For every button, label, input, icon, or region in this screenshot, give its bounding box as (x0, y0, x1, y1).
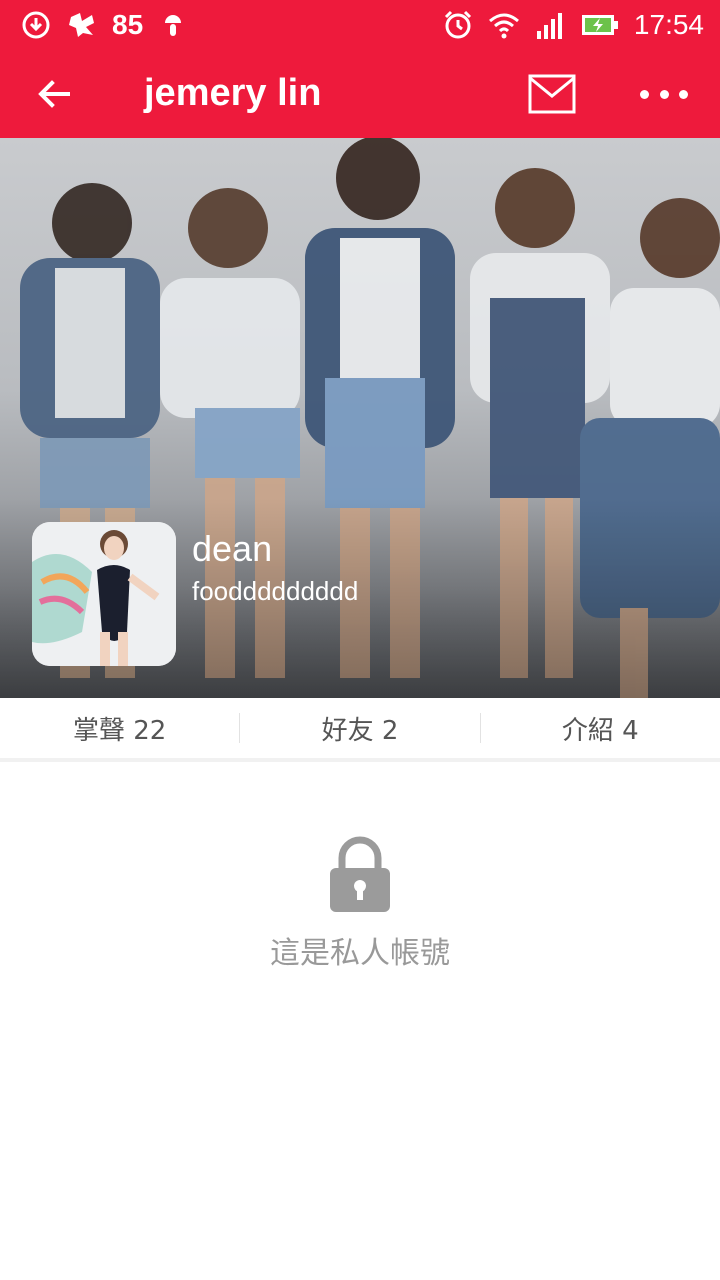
message-button[interactable] (528, 74, 576, 114)
app-icon (69, 13, 94, 37)
cover-photo: dean fooddddddddd (0, 138, 720, 698)
more-icon (640, 89, 649, 99)
avatar[interactable] (32, 522, 176, 666)
page-title: jemery lin (144, 72, 322, 114)
clock: 17:54 (633, 9, 704, 40)
back-button[interactable] (28, 68, 80, 120)
download-icon (22, 11, 50, 39)
status-bar: 85 17:54 (0, 0, 720, 50)
avatar-image (32, 522, 176, 666)
toolbar: jemery lin (0, 50, 720, 138)
signal-icon (536, 13, 562, 39)
stat-friends[interactable]: 好友 2 (240, 710, 479, 747)
android-icon (165, 15, 182, 36)
alarm-icon (444, 10, 471, 39)
private-account-message: 這是私人帳號 (270, 936, 450, 971)
wifi-icon (488, 13, 519, 39)
notification-count: 85 (112, 9, 144, 40)
more-button[interactable] (640, 80, 688, 108)
back-arrow-icon (38, 80, 70, 108)
profile-name: dean (192, 528, 273, 569)
battery-charging-icon (581, 15, 618, 35)
lock-icon (330, 836, 390, 912)
stat-applause[interactable]: 掌聲 22 (0, 710, 239, 747)
mail-icon (528, 74, 576, 114)
profile-bio: fooddddddddd (192, 576, 359, 606)
stats-bar: 掌聲 22 好友 2 介紹 4 (0, 698, 720, 762)
stat-intros[interactable]: 介紹 4 (481, 710, 720, 747)
